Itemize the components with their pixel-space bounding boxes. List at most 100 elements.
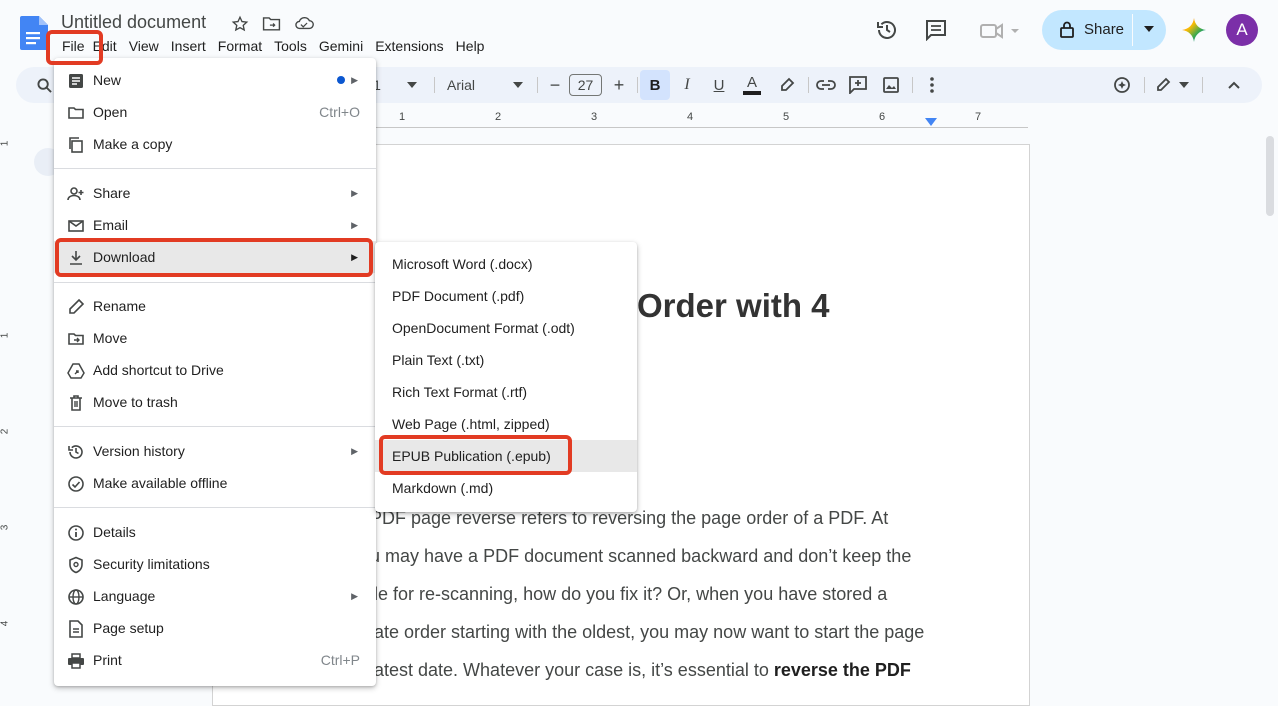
highlight-pen-icon[interactable] [776,67,798,103]
comment-icon[interactable] [924,19,948,41]
menu-item-language[interactable]: Language ▶ [54,580,376,612]
download-txt[interactable]: Plain Text (.txt) [375,344,637,376]
text-color-button[interactable]: A [740,67,764,103]
docs-logo-icon[interactable] [20,16,48,50]
menu-item-details[interactable]: Details [54,516,376,548]
menu-item-page-setup[interactable]: Page setup [54,612,376,644]
menu-item-label: Make available offline [93,475,228,491]
download-odt[interactable]: OpenDocument Format (.odt) [375,312,637,344]
menu-item-make-available-offline[interactable]: Make available offline [54,467,376,499]
ruler-mark: 2 [0,428,11,435]
menu-item-move[interactable]: Move [54,322,376,354]
menu-item-share[interactable]: Share ▶ [54,177,376,209]
avatar[interactable]: A [1226,14,1258,46]
menu-item-security-limitations[interactable]: Security limitations [54,548,376,580]
font-select[interactable]: Arial [447,67,487,103]
menu-extensions[interactable]: Extensions [369,37,449,57]
menu-item-label: Email [93,217,129,233]
ruler-mark: 1 [0,140,11,147]
menu-gemini[interactable]: Gemini [313,37,369,57]
insert-image-icon[interactable] [879,67,903,103]
link-icon[interactable] [814,67,838,103]
trash-icon [70,395,82,411]
menu-item-shortcut: Ctrl+O [319,104,360,120]
menu-help[interactable]: Help [450,37,491,57]
editing-mode-pencil-icon[interactable] [1152,67,1174,103]
menu-tools[interactable]: Tools [268,37,313,57]
search-menus-icon[interactable] [34,67,54,103]
scrollbar-thumb[interactable] [1266,136,1274,216]
ruler-mark: 6 [879,111,886,123]
email-icon [68,220,84,232]
download-rtf[interactable]: Rich Text Format (.rtf) [375,376,637,408]
menu-item-label: New [93,72,122,88]
add-comment-icon[interactable] [846,67,870,103]
download-docx[interactable]: Microsoft Word (.docx) [375,248,637,280]
person-add-icon [67,187,84,201]
copy-icon [69,137,83,153]
toolbar-divider [1202,77,1203,93]
menu-item-version-history[interactable]: Version history ▶ [54,435,376,467]
menu-item-add-shortcut[interactable]: Add shortcut to Drive [54,354,376,386]
menu-item-print[interactable]: Print Ctrl+P [54,644,376,676]
ruler-mark: 2 [495,111,502,123]
menu-item-label: Add shortcut to Drive [93,362,224,378]
more-options-icon[interactable] [922,67,942,103]
menu-item-move-to-trash[interactable]: Move to trash [54,386,376,418]
menu-item-new[interactable]: New ▶ [54,64,376,96]
toolbar-divider [637,77,638,93]
font-size-input[interactable]: 27 [569,74,602,96]
shield-icon [69,556,83,574]
menu-item-label: Share [93,185,131,201]
horizontal-ruler[interactable]: 1 2 3 4 5 6 7 [370,108,1030,128]
meet-video-icon[interactable] [980,22,1022,40]
ruler-mark: 7 [975,111,982,123]
voice-spark-icon[interactable] [1110,67,1134,103]
submenu-item-label: Markdown (.md) [392,480,494,496]
menubar: File Edit View Insert Format Tools Gemin… [55,37,490,57]
share-label: Share [1084,21,1125,38]
menu-item-email[interactable]: Email ▶ [54,209,376,241]
move-folder-icon [68,333,84,345]
toolbar-divider [537,77,538,93]
move-folder-icon[interactable] [262,15,281,32]
gemini-spark-icon[interactable] [1182,18,1206,42]
body-line: ile for re-scanning, how do you fix it? … [370,584,888,604]
ruler-mark: 3 [0,524,11,531]
italic-button[interactable]: I [676,67,698,103]
menu-item-open[interactable]: Open Ctrl+O [54,96,376,128]
folder-open-icon [68,107,84,119]
doc-icon [69,74,83,88]
underline-button[interactable]: U [708,67,730,103]
print-icon [68,653,84,669]
download-pdf[interactable]: PDF Document (.pdf) [375,280,637,312]
font-dropdown-icon[interactable] [512,67,524,103]
history-icon[interactable] [875,18,899,42]
menu-item-label: Move [93,330,128,346]
menu-view[interactable]: View [123,37,165,57]
menu-item-label: Print [93,652,122,668]
decrease-font-size-button[interactable]: − [546,67,564,103]
share-divider [1132,14,1133,46]
style-dropdown-icon[interactable] [406,67,418,103]
bold-button[interactable]: B [640,70,670,100]
menu-item-rename[interactable]: Rename [54,290,376,322]
right-indent-marker-icon[interactable] [925,118,937,126]
menu-insert[interactable]: Insert [165,37,212,57]
body-line: latest date. Whatever your case is, it’s… [370,660,911,681]
submenu-item-label: Microsoft Word (.docx) [392,256,533,272]
share-button[interactable]: Share [1042,10,1166,50]
menu-item-label: Version history [93,443,185,459]
menu-format[interactable]: Format [212,37,268,57]
toolbar-divider [808,77,809,93]
star-icon[interactable] [231,15,249,33]
editing-mode-dropdown-icon[interactable] [1178,67,1190,103]
download-md[interactable]: Markdown (.md) [375,472,637,504]
cloud-saved-icon[interactable] [294,15,314,31]
text-color-label: A [742,75,761,95]
submenu-arrow-icon: ▶ [351,590,358,601]
menu-item-make-a-copy[interactable]: Make a copy [54,128,376,160]
share-dropdown-icon[interactable] [1144,26,1154,32]
increase-font-size-button[interactable]: + [610,67,628,103]
collapse-toolbar-icon[interactable] [1222,67,1246,103]
